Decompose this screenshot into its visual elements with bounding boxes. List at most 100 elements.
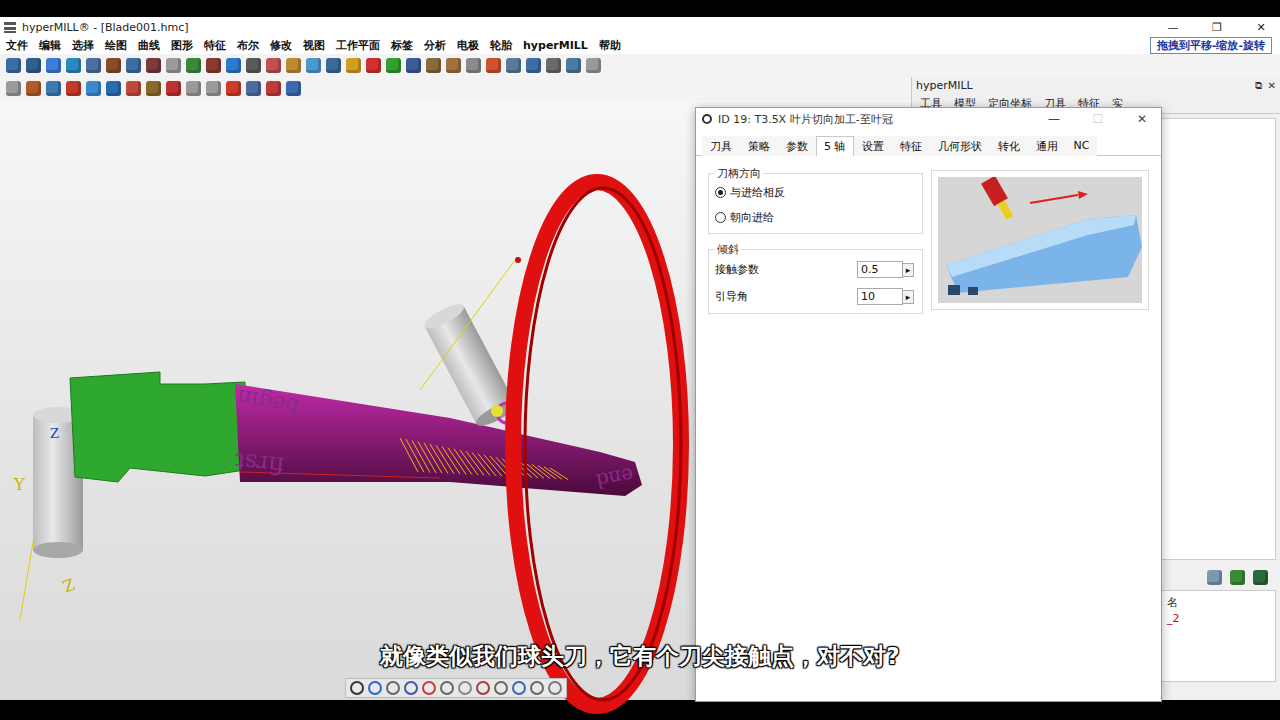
tool-icon[interactable] [146,58,161,73]
menu-item[interactable]: 选择 [72,38,94,53]
tool-icon[interactable] [106,58,121,73]
menu-item[interactable]: 编辑 [39,38,61,53]
window-control[interactable]: ✕ [1242,21,1280,34]
radio-option[interactable]: 朝向进给 [715,210,914,225]
tool-icon[interactable] [206,81,221,96]
dialog-tab[interactable]: 几何形状 [930,136,990,156]
field-input[interactable]: 0.5 [857,261,903,278]
tool-icon[interactable] [486,58,501,73]
menu-item[interactable]: 特征 [204,38,226,53]
menu-item[interactable]: 帮助 [599,38,621,53]
tool-icon[interactable] [1253,570,1268,585]
spin-button[interactable]: ▸ [903,290,914,304]
tool-icon[interactable] [286,58,301,73]
menu-item[interactable]: 视图 [303,38,325,53]
radio-button[interactable] [715,187,726,198]
tool-icon[interactable] [226,81,241,96]
tool-icon[interactable] [546,58,561,73]
dialog-tab[interactable]: 通用 [1028,136,1066,156]
view-icon[interactable] [548,681,562,695]
menu-item[interactable]: hyperMILL [523,39,588,52]
dialog-tab[interactable]: NC [1066,136,1098,156]
tool-icon[interactable] [46,81,61,96]
tool-icon[interactable] [466,58,481,73]
menu-item[interactable]: 标签 [391,38,413,53]
tool-icon[interactable] [126,81,141,96]
view-icon[interactable] [368,681,382,695]
tool-icon[interactable] [386,58,401,73]
view-icon[interactable] [440,681,454,695]
object-list-item[interactable]: _2 [1167,612,1275,625]
dialog-tab[interactable]: 设置 [854,136,892,156]
radio-button[interactable] [715,212,726,223]
tool-icon[interactable] [126,58,141,73]
menu-item[interactable]: 绘图 [105,38,127,53]
tool-icon[interactable] [66,81,81,96]
dialog-control[interactable]: — [1035,112,1073,126]
menu-item[interactable]: 图形 [171,38,193,53]
menu-item[interactable]: 文件 [6,38,28,53]
rotation-ring[interactable] [513,182,681,706]
view-icon[interactable] [458,681,472,695]
tool-icon[interactable] [166,81,181,96]
radio-option[interactable]: 与进给相反 [715,185,914,200]
tool-icon[interactable] [526,58,541,73]
window-control[interactable]: ❐ [1198,21,1236,34]
dialog-control[interactable]: ✕ [1123,112,1161,126]
tool-icon[interactable] [1230,570,1245,585]
view-icon[interactable] [386,681,400,695]
menu-item[interactable]: 修改 [270,38,292,53]
object-list-item[interactable]: 名 [1167,595,1275,610]
view-icon[interactable] [404,681,418,695]
field-input[interactable]: 10 [857,288,903,305]
tool-icon[interactable] [426,58,441,73]
tool-icon[interactable] [146,81,161,96]
tool-icon[interactable] [326,58,341,73]
window-control[interactable]: — [1154,21,1192,34]
menu-item[interactable]: 轮胎 [490,38,512,53]
spin-button[interactable]: ▸ [903,263,914,277]
dialog-tab[interactable]: 参数 [778,136,816,156]
tool-icon[interactable] [46,58,61,73]
tool-icon[interactable] [406,58,421,73]
view-icon[interactable] [494,681,508,695]
tool-icon[interactable] [286,81,301,96]
tool-icon[interactable] [506,58,521,73]
tool-icon[interactable] [246,81,261,96]
tool-icon[interactable] [26,81,41,96]
menu-item[interactable]: 布尔 [237,38,259,53]
tool-icon[interactable] [306,58,321,73]
view-icon[interactable] [422,681,436,695]
tool-icon[interactable] [186,58,201,73]
tool-icon[interactable] [346,58,361,73]
tool-icon[interactable] [166,58,181,73]
dialog-tab[interactable]: 策略 [740,136,778,156]
panel-control[interactable]: ✕ [1268,80,1276,91]
tool-icon[interactable] [566,58,581,73]
tool-icon[interactable] [246,58,261,73]
tool-icon[interactable] [106,81,121,96]
tool-icon[interactable] [266,58,281,73]
tool-icon[interactable] [226,58,241,73]
view-icon[interactable] [530,681,544,695]
menu-item[interactable]: 分析 [424,38,446,53]
menu-item[interactable]: 电极 [457,38,479,53]
panel-control[interactable]: ⧉ [1255,80,1262,92]
tool-icon[interactable] [86,81,101,96]
tool-icon[interactable] [266,81,281,96]
tool-icon[interactable] [186,81,201,96]
tool-icon[interactable] [586,58,601,73]
tool-icon[interactable] [1207,570,1222,585]
view-icon[interactable] [476,681,490,695]
dialog-tab[interactable]: 特征 [892,136,930,156]
tool-icon[interactable] [66,58,81,73]
tool-icon[interactable] [446,58,461,73]
tool-icon[interactable] [206,58,221,73]
tool-icon[interactable] [6,81,21,96]
tool-icon[interactable] [366,58,381,73]
view-icon[interactable] [512,681,526,695]
tool-icon[interactable] [86,58,101,73]
menu-item[interactable]: 工作平面 [336,38,380,53]
dialog-tab[interactable]: 转化 [990,136,1028,156]
tool-icon[interactable] [6,58,21,73]
